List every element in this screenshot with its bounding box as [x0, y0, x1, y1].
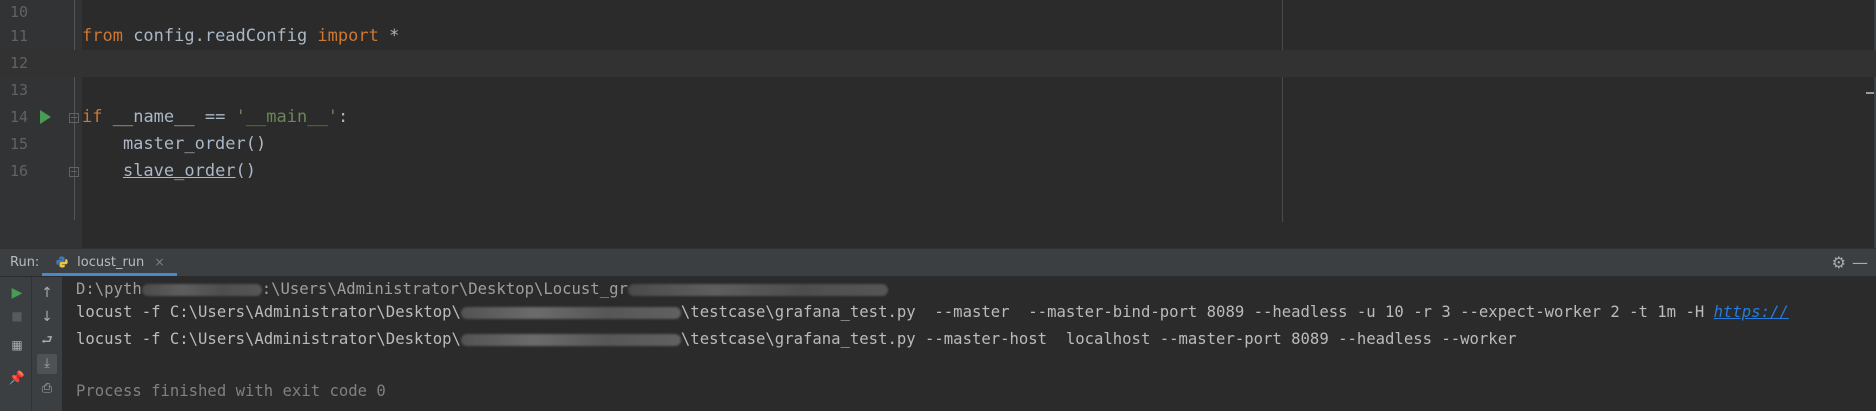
line-number: 11: [9, 27, 28, 45]
down-arrow-icon[interactable]: ↓: [37, 307, 57, 327]
toolbar-divider: [31, 277, 32, 411]
run-panel: Run: locust_run × ⚙ — ▶ ■ ▦ 📌 ↑ ↓ ⮐ ⤓ ⎙ …: [0, 248, 1876, 411]
line-number: 15: [9, 135, 28, 153]
code-text: from config.readConfig import *: [82, 26, 400, 46]
stop-icon[interactable]: ■: [7, 306, 27, 326]
run-panel-title: Run:: [10, 255, 40, 270]
line-number: 14: [9, 108, 28, 126]
run-toolbar: ▶ ■ ▦ 📌 ↑ ↓ ⮐ ⤓ ⎙: [0, 277, 62, 411]
code-text: master_order(): [82, 134, 267, 154]
fold-end-marker-icon[interactable]: [69, 167, 79, 177]
line-number: 12: [9, 54, 28, 72]
console-output[interactable]: D:\pyth:\Users\Administrator\Desktop\Loc…: [76, 277, 1876, 411]
print-icon[interactable]: ⎙: [37, 379, 57, 399]
code-line[interactable]: 12: [0, 50, 1876, 77]
code-line[interactable]: 11 from config.readConfig import *: [0, 23, 1876, 50]
pin-tab-icon[interactable]: 📌: [7, 369, 27, 389]
code-editor[interactable]: 10 11 from config.readConfig import * 12 13 1…: [0, 0, 1876, 248]
close-tab-icon[interactable]: ×: [154, 255, 164, 269]
code-line[interactable]: 16 slave_order(): [0, 158, 1876, 185]
console-line-1: D:\pyth:\Users\Administrator\Desktop\Loc…: [76, 278, 888, 300]
console-line-3: locust -f C:\Users\Administrator\Desktop…: [76, 330, 1517, 348]
run-gutter-icon[interactable]: [40, 110, 51, 124]
minimize-icon[interactable]: —: [1852, 249, 1868, 276]
python-icon: [56, 256, 68, 267]
scroll-to-end-icon[interactable]: ⤓: [37, 354, 57, 374]
console-line-2: locust -f C:\Users\Administrator\Desktop…: [76, 303, 1789, 321]
rerun-icon[interactable]: ▶: [7, 283, 27, 303]
layout-icon[interactable]: ▦: [7, 335, 27, 355]
tab-locust-run[interactable]: locust_run ×: [42, 249, 177, 276]
line-number: 13: [9, 81, 28, 99]
code-line[interactable]: 15 master_order(): [0, 131, 1876, 158]
code-text: if __name__ == '__main__':: [82, 107, 349, 127]
line-number: 16: [9, 162, 28, 180]
console-link[interactable]: https://: [1714, 303, 1789, 321]
code-line[interactable]: 13: [0, 77, 1876, 104]
tab-label: locust_run: [77, 255, 145, 270]
code-text: slave_order(): [122, 161, 257, 181]
run-panel-header: Run: locust_run × ⚙ —: [0, 249, 1876, 277]
up-arrow-icon[interactable]: ↑: [37, 283, 57, 303]
fold-marker-icon[interactable]: [69, 113, 79, 123]
soft-wrap-icon[interactable]: ⮐: [37, 331, 57, 351]
gear-icon[interactable]: ⚙: [1832, 249, 1846, 276]
process-finished-message: Process finished with exit code 0: [76, 382, 386, 400]
code-line[interactable]: 14 if __name__ == '__main__':: [0, 104, 1876, 131]
